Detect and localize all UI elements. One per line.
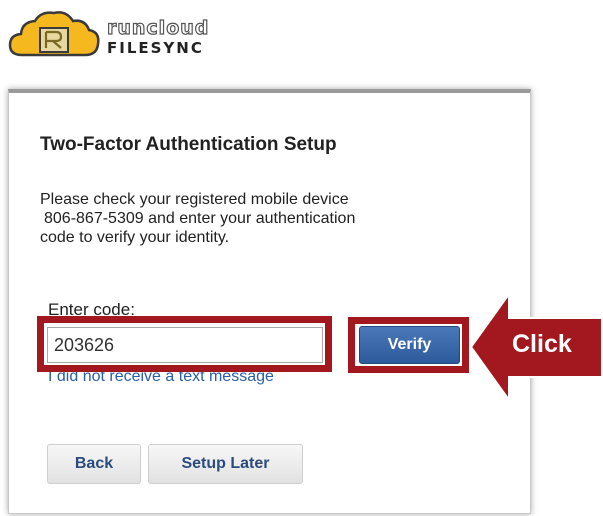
callout-label: Click	[512, 330, 572, 358]
description-line-3: code to verify your identity.	[40, 229, 230, 246]
setup-later-button[interactable]: Setup Later	[148, 444, 303, 484]
cloud-logo-icon	[8, 11, 100, 57]
app-logo: runcloud FILESYNC	[8, 8, 248, 64]
code-label: Enter code:	[48, 300, 135, 319]
phone-number: 806-867-5309	[44, 210, 144, 227]
resend-code-link[interactable]: I did not receive a text message	[48, 368, 274, 386]
description-line-2-suffix: and enter your authentication	[148, 210, 356, 227]
dialog-title: Two-Factor Authentication Setup	[40, 134, 337, 155]
code-input[interactable]	[47, 327, 323, 363]
brand-name-bottom: FILESYNC	[107, 39, 204, 57]
dialog-description: Please check your registered mobile devi…	[40, 190, 440, 247]
back-button[interactable]: Back	[47, 444, 141, 484]
brand-name-top: runcloud	[106, 17, 210, 39]
verify-button[interactable]: Verify	[359, 326, 460, 364]
description-line-2: 806-867-5309 and enter your authenticati…	[40, 209, 440, 228]
description-line-1: Please check your registered mobile devi…	[40, 191, 349, 208]
